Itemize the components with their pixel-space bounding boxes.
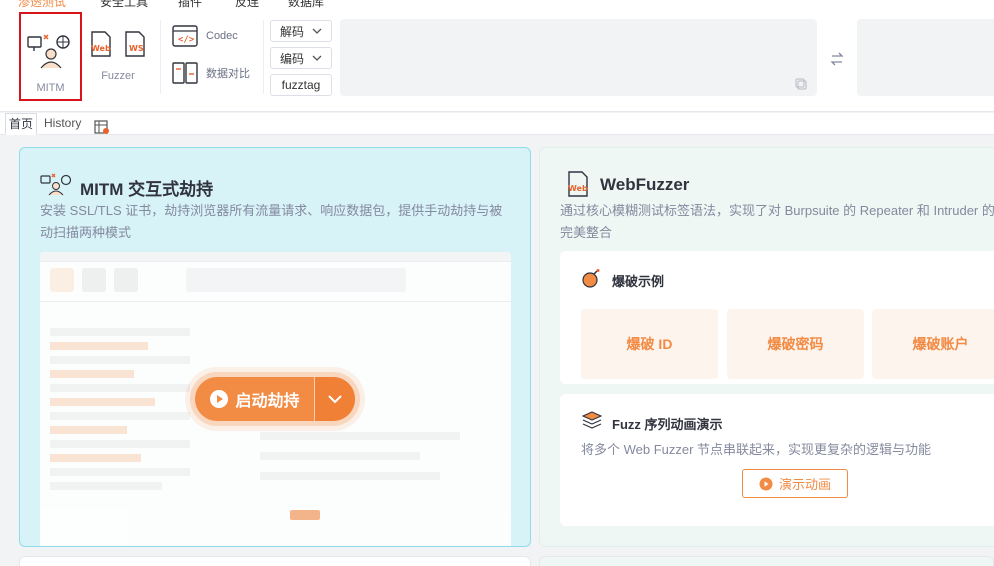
tab-home[interactable]: 首页 [5,113,37,135]
fuzzer-group: Web WS Fuzzer [86,30,150,96]
mitm-icon [27,34,70,69]
menu-reverse[interactable]: 反连 [235,0,259,8]
codec-output-area[interactable] [857,19,994,96]
data-compare-button[interactable]: 数据对比 [172,62,250,84]
webfuzzer-card-desc: 通过核心模糊测试标签语法，实现了对 Burpsuite 的 Repeater 和… [560,203,994,240]
mitm-card-title: MITM 交互式劫持 [80,180,214,199]
web-fuzzer-icon[interactable]: Web [89,30,113,58]
ws-fuzzer-icon[interactable]: WS [123,30,147,58]
webfuzzer-card-title: WebFuzzer [600,175,690,194]
chevron-down-icon [312,28,322,34]
mitm-card: MITM 交互式劫持 安装 SSL/TLS 证书，劫持浏览器所有流量请求、响应数… [19,147,531,547]
svg-text:</>: </> [178,35,195,45]
menu-security-tools[interactable]: 安全工具 [100,0,148,8]
menu-database[interactable]: 数据库 [288,0,324,8]
svg-text:WS: WS [129,44,144,53]
fuzztag-button[interactable]: fuzztag [270,74,332,96]
demo-animation-button[interactable]: 演示动画 [742,469,848,498]
tab-history[interactable]: History [44,113,81,135]
decode-label: 解码 [279,24,304,39]
menu-plugins[interactable]: 插件 [178,0,202,8]
codec-label: Codec [206,30,238,42]
fuzztag-label: fuzztag [281,78,321,92]
svg-text:Web: Web [568,184,588,193]
demo-animation-label: 演示动画 [778,477,831,492]
mitm-label: MITM [36,82,65,94]
top-menu: 渗透测试 安全工具 插件 反连 数据库 [0,0,994,8]
codec-button[interactable]: </> Codec [172,25,238,47]
codec-icon: </> [172,25,198,47]
fuzzer-label: Fuzzer [101,70,135,82]
data-compare-label: 数据对比 [206,68,250,80]
play-circle-icon [210,390,229,408]
mitm-button[interactable]: MITM [19,12,82,101]
codec-input-area[interactable] [340,19,817,96]
toolbar: MITM Web WS Fuzzer </> Codec 数据对比 解码 编码 … [0,8,994,112]
launch-hijack-main[interactable]: 启动劫持 [195,377,315,421]
encode-select[interactable]: 编码 [270,47,332,69]
svg-text:Web: Web [91,44,111,53]
page-tabs: 首页 History [0,113,994,135]
fuzz-sequence-desc: 将多个 Web Fuzzer 节点串联起来，实现更复杂的逻辑与功能 [581,442,932,457]
next-card-left [19,556,531,566]
launch-hijack-label: 启动劫持 [235,393,300,410]
encode-label: 编码 [279,51,304,66]
play-circle-icon [759,477,773,490]
layers-icon [581,411,603,429]
fuzz-sequence-panel-wrap: Fuzz 序列动画演示 将多个 Web Fuzzer 节点串联起来，实现更复杂的… [560,251,994,526]
fuzz-sequence-title: Fuzz 序列动画演示 [612,417,723,432]
divider [160,20,161,94]
menu-pentest[interactable]: 渗透测试 [18,0,66,8]
mitm-icon [40,173,72,196]
decode-select[interactable]: 解码 [270,20,332,42]
next-card-right [539,556,994,566]
chevron-down-icon [312,55,322,61]
compare-icon [172,62,198,84]
web-fuzzer-icon: Web [568,171,588,197]
table-icon[interactable] [94,116,110,138]
copy-icon[interactable] [795,78,807,90]
divider [263,20,264,94]
launch-hijack-button[interactable]: 启动劫持 [195,377,355,421]
swap-icon[interactable] [830,52,844,66]
chevron-down-icon [328,395,342,404]
mitm-card-desc: 安装 SSL/TLS 证书，劫持浏览器所有流量请求、响应数据包，提供手动劫持与被… [40,203,503,240]
webfuzzer-card: Web WebFuzzer 通过核心模糊测试标签语法，实现了对 Burpsuit… [539,147,994,547]
